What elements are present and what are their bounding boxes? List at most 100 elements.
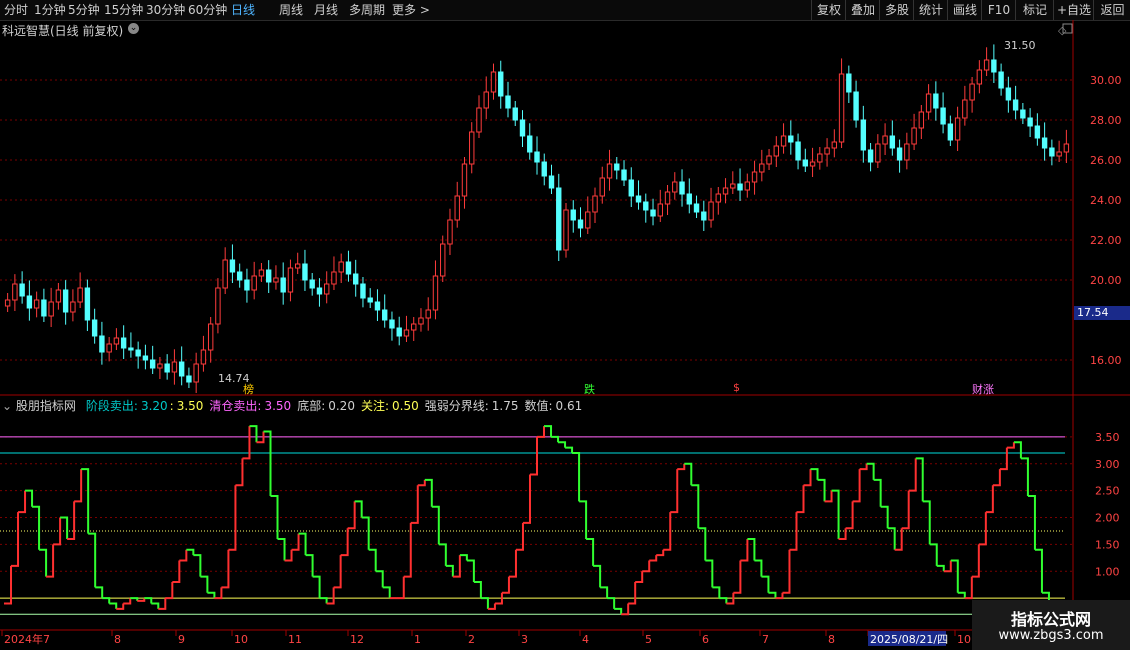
candle bbox=[164, 354, 170, 380]
candle bbox=[527, 123, 533, 160]
candle bbox=[84, 279, 91, 331]
indicator-segment bbox=[249, 425, 258, 443]
candle bbox=[896, 139, 903, 173]
time-label-5: 12 bbox=[350, 633, 364, 646]
candle bbox=[476, 95, 482, 138]
candle bbox=[505, 81, 511, 118]
indicator-segment bbox=[936, 564, 945, 572]
indicator-segment bbox=[964, 576, 973, 600]
indicator-item-label-5: 强弱分界线: bbox=[424, 399, 489, 413]
indicator-segment bbox=[368, 548, 377, 572]
stock-chart[interactable]: 30.0028.0026.0024.0022.0020.0016.003.503… bbox=[0, 0, 1130, 650]
candle bbox=[904, 132, 910, 170]
candle bbox=[846, 65, 852, 103]
indicator-segment bbox=[593, 564, 602, 588]
candle bbox=[41, 288, 47, 322]
event-mark-dollar[interactable]: $ bbox=[733, 381, 740, 394]
indicator-segment bbox=[179, 549, 188, 562]
candle bbox=[766, 149, 772, 170]
candle bbox=[1063, 129, 1070, 163]
candle bbox=[62, 280, 69, 325]
indicator-segment bbox=[656, 549, 665, 557]
event-mark-drop[interactable]: 跌 bbox=[584, 381, 595, 397]
indicator-line-group bbox=[4, 425, 1064, 616]
indicator-segment bbox=[277, 538, 286, 561]
candle bbox=[258, 263, 265, 282]
indicator-segment bbox=[761, 575, 770, 593]
candle bbox=[106, 337, 112, 362]
indicator-segment bbox=[74, 469, 83, 503]
indicator-segment bbox=[305, 554, 314, 577]
candle bbox=[534, 136, 540, 175]
candle bbox=[135, 341, 141, 369]
chevron-down-icon[interactable]: ⌄ bbox=[128, 23, 139, 34]
watermark: 指标公式网 www.zbgs3.com bbox=[972, 600, 1130, 650]
candle bbox=[244, 268, 250, 303]
candle bbox=[621, 160, 627, 186]
candle bbox=[650, 198, 656, 226]
indicator-segment bbox=[508, 549, 517, 578]
event-mark-finance[interactable]: 财涨 bbox=[972, 381, 994, 397]
candle bbox=[1027, 108, 1033, 137]
candle bbox=[411, 317, 417, 341]
candle bbox=[954, 106, 961, 151]
candle bbox=[345, 250, 352, 282]
candle bbox=[251, 261, 257, 300]
candle bbox=[802, 148, 809, 172]
candle bbox=[287, 259, 294, 302]
indicator-segment bbox=[417, 479, 426, 487]
candle bbox=[142, 344, 149, 370]
candle bbox=[657, 189, 663, 222]
candle bbox=[1049, 139, 1055, 166]
indicator-segment bbox=[116, 603, 125, 610]
indicator-segment bbox=[754, 559, 763, 577]
price-tick-0: 30.00 bbox=[1090, 74, 1122, 87]
indicator-segment bbox=[529, 436, 538, 476]
candle bbox=[33, 291, 40, 318]
indicator-segment bbox=[242, 426, 251, 460]
candle bbox=[737, 168, 743, 201]
candle bbox=[454, 181, 460, 228]
candle bbox=[171, 349, 178, 385]
indicator-menu-icon[interactable]: ⌄ bbox=[2, 399, 16, 413]
indicator-segment bbox=[943, 560, 952, 573]
indicator-segment bbox=[551, 435, 560, 443]
candle bbox=[222, 247, 228, 294]
indicator-segment bbox=[719, 597, 728, 604]
candle bbox=[969, 77, 975, 113]
indicator-segment bbox=[459, 554, 468, 561]
event-mark-rank[interactable]: 榜 bbox=[243, 381, 254, 397]
indicator-segment bbox=[186, 548, 195, 556]
indicator-segment bbox=[929, 543, 938, 566]
candle bbox=[701, 200, 707, 231]
indicator-segment bbox=[733, 560, 742, 594]
indicator-item-label-1: : bbox=[169, 399, 174, 413]
candles-group bbox=[4, 44, 1070, 393]
candle bbox=[280, 262, 286, 305]
candle bbox=[498, 60, 504, 109]
time-label-9: 4 bbox=[582, 633, 589, 646]
indicator-segment bbox=[824, 490, 833, 503]
candle bbox=[998, 63, 1004, 96]
candle bbox=[831, 129, 838, 158]
candle bbox=[759, 149, 765, 182]
indicator-item-label-4: 关注: bbox=[360, 399, 389, 413]
indicator-segment bbox=[284, 549, 293, 562]
indicator-segment bbox=[845, 501, 854, 530]
time-label-14: 2025/08/21/四 bbox=[870, 633, 948, 646]
indicator-segment bbox=[235, 458, 244, 487]
indicator-segment bbox=[102, 597, 111, 604]
indicator-item-label-2: 清仓卖出: bbox=[209, 399, 262, 413]
indicator-segment bbox=[130, 597, 139, 601]
indicator-segment bbox=[992, 469, 1001, 487]
time-label-7: 2 bbox=[468, 633, 475, 646]
indicator-name: 股朋指标网 bbox=[15, 399, 76, 413]
indicator-segment bbox=[32, 505, 41, 550]
candle bbox=[316, 278, 323, 307]
time-label-10: 5 bbox=[645, 633, 652, 646]
candle bbox=[367, 288, 373, 308]
time-label-1: 8 bbox=[114, 633, 121, 646]
candle bbox=[440, 235, 446, 282]
watermark-url: www.zbgs3.com bbox=[998, 628, 1104, 643]
indicator-segment bbox=[319, 597, 328, 604]
